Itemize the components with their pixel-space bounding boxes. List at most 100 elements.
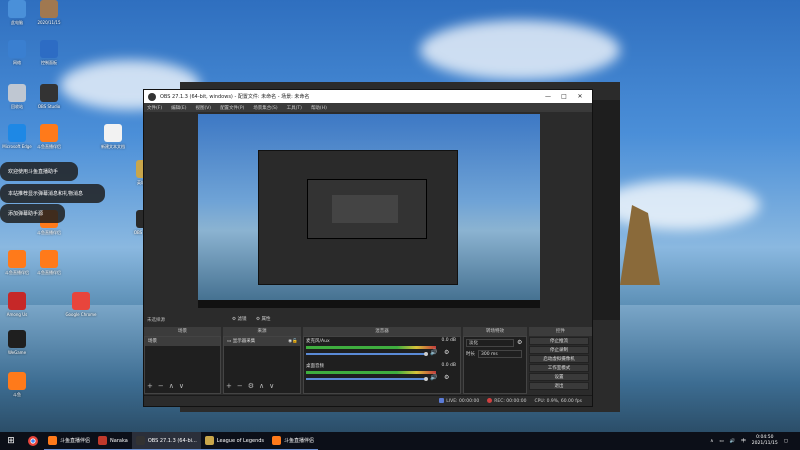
settings-button[interactable]: 设置 bbox=[529, 373, 589, 381]
desktop-icon[interactable]: Microsoft Edge bbox=[0, 124, 34, 149]
task-app-icon bbox=[135, 436, 145, 445]
rec-status: REC: 00:00:00 bbox=[487, 398, 527, 404]
start-button[interactable]: ⊞ bbox=[0, 432, 22, 450]
desktop-settings-icon[interactable]: ⚙ bbox=[444, 374, 449, 381]
desktop-volume-slider[interactable] bbox=[306, 378, 426, 380]
move-scene-up-button[interactable]: ∧ bbox=[169, 382, 174, 392]
transitions-dock: 淡化 ⚙ 时长 300 ms bbox=[463, 336, 527, 394]
controls-dock-header: 控件 bbox=[529, 327, 592, 336]
menu-help[interactable]: 帮助(H) bbox=[311, 105, 327, 111]
lock-icon[interactable]: 🔓 bbox=[292, 337, 298, 346]
desktop-volume-knob[interactable] bbox=[424, 377, 428, 381]
menu-tools[interactable]: 工具(T) bbox=[287, 105, 302, 111]
filters-button[interactable]: ⚙ 滤镜 bbox=[232, 316, 246, 322]
taskbar-task[interactable]: Naraka bbox=[94, 432, 132, 450]
network-icon[interactable]: ▭ bbox=[719, 439, 723, 444]
menu-view[interactable]: 视图(V) bbox=[195, 105, 211, 111]
start-virtual-camera-button[interactable]: 启动虚拟摄像机 bbox=[529, 355, 589, 363]
desktop-icon-label: 斗鱼直播伴侣 bbox=[37, 270, 61, 275]
task-app-icon bbox=[98, 436, 108, 445]
remove-source-button[interactable]: − bbox=[237, 382, 243, 392]
scene-item[interactable]: 场景 bbox=[145, 337, 220, 346]
taskbar-task[interactable]: 斗鱼直播伴侣 bbox=[44, 432, 95, 450]
menu-profile[interactable]: 配置文件(P) bbox=[220, 105, 244, 111]
properties-label: 属性 bbox=[261, 317, 271, 322]
close-button[interactable]: ✕ bbox=[572, 93, 588, 100]
transition-settings-icon[interactable]: ⚙ bbox=[517, 339, 522, 346]
desktop-icon[interactable]: 新建文本文档 bbox=[96, 124, 130, 150]
input-language[interactable]: 中 bbox=[741, 438, 746, 444]
maximize-button[interactable]: □ bbox=[556, 93, 572, 100]
live-time: LIVE: 00:00:00 bbox=[446, 399, 480, 404]
remove-scene-button[interactable]: − bbox=[158, 382, 164, 392]
mic-volume-knob[interactable] bbox=[424, 352, 428, 356]
desktop-icon[interactable]: 斗鱼 bbox=[0, 372, 34, 398]
taskbar-task[interactable]: OBS 27.1.3 (64-bi... bbox=[131, 432, 201, 450]
studio-mode-button[interactable]: 工作室模式 bbox=[529, 364, 589, 372]
volume-icon[interactable]: 🔊 bbox=[730, 439, 736, 444]
desktop-icon-label: 斗鱼直播伴侣 bbox=[37, 144, 61, 149]
preview-canvas[interactable] bbox=[198, 114, 540, 308]
desktop-icon[interactable]: 斗鱼直播伴侣 bbox=[32, 250, 66, 276]
desktop-icon-label: 新建文本文档 bbox=[101, 144, 125, 149]
add-scene-button[interactable]: + bbox=[147, 382, 153, 392]
desktop-icon[interactable]: WeGame bbox=[0, 330, 34, 355]
taskbar-task[interactable]: League of Legends bbox=[200, 432, 269, 450]
live-status: LIVE: 00:00:00 bbox=[439, 398, 479, 404]
mic-track-name: 麦克风/Aux bbox=[306, 339, 330, 344]
minimize-button[interactable]: — bbox=[540, 93, 556, 100]
source-item[interactable]: ▭ 显示器采集 ◉ 🔓 bbox=[224, 337, 300, 346]
desktop-icon[interactable]: Among Us bbox=[0, 292, 34, 317]
mic-speaker-icon[interactable]: 🔊 bbox=[430, 349, 437, 356]
move-source-down-button[interactable]: ∨ bbox=[269, 382, 274, 392]
desktop-icon[interactable]: 2020/11/15 bbox=[32, 0, 66, 25]
desktop-icon[interactable]: 控制面板 bbox=[32, 40, 66, 66]
stop-recording-button[interactable]: 停止录制 bbox=[529, 346, 589, 354]
desktop-icon-label: Microsoft Edge bbox=[2, 144, 32, 149]
source-settings-icon[interactable]: ⚙ bbox=[248, 382, 254, 392]
scenes-dock-header: 场景 bbox=[144, 327, 221, 336]
desktop-icon-label: 斗鱼 bbox=[13, 392, 21, 397]
desktop-icon[interactable]: Google Chrome bbox=[64, 292, 98, 317]
menu-edit[interactable]: 编辑(E) bbox=[171, 105, 186, 111]
desktop-icon[interactable]: OBS Studio bbox=[32, 84, 66, 109]
desktop-icon[interactable]: 回收站 bbox=[0, 84, 34, 110]
exit-button[interactable]: 退出 bbox=[529, 382, 589, 390]
task-app-icon bbox=[272, 436, 282, 445]
transition-type-select[interactable]: 淡化 bbox=[466, 339, 514, 347]
add-source-button[interactable]: + bbox=[226, 382, 232, 392]
rec-indicator-icon bbox=[487, 398, 493, 403]
sources-dock-header: 来源 bbox=[223, 327, 301, 336]
task-label: 斗鱼直播伴侣 bbox=[60, 438, 91, 444]
menu-bar: 文件(F) 编辑(E) 视图(V) 配置文件(P) 场景集合(S) 工具(T) … bbox=[144, 103, 592, 112]
app-icon bbox=[8, 330, 26, 348]
desktop-icon-label: 网络 bbox=[13, 60, 21, 65]
move-source-up-button[interactable]: ∧ bbox=[259, 382, 264, 392]
preview-nested-window bbox=[258, 150, 458, 285]
desktop-volume-meter bbox=[306, 371, 436, 374]
source-label: 显示器采集 bbox=[232, 339, 256, 344]
mic-settings-icon[interactable]: ⚙ bbox=[444, 349, 449, 356]
desktop-icon[interactable]: 斗鱼直播伴侣 bbox=[32, 124, 66, 150]
app-icon bbox=[8, 292, 26, 310]
stop-streaming-button[interactable]: 停止推流 bbox=[529, 337, 589, 345]
menu-file[interactable]: 文件(F) bbox=[147, 105, 162, 111]
desktop-icon[interactable]: 斗鱼直播伴侣 bbox=[0, 250, 34, 276]
desktop-icon-label: OBS Studio bbox=[37, 104, 61, 109]
notification-icon[interactable]: ▢ bbox=[784, 439, 788, 444]
move-scene-down-button[interactable]: ∨ bbox=[179, 382, 184, 392]
chrome-taskbar-icon[interactable] bbox=[22, 432, 44, 450]
menu-scene-collection[interactable]: 场景集合(S) bbox=[253, 105, 277, 111]
taskbar-task[interactable]: 斗鱼直播伴侣 bbox=[268, 432, 319, 450]
desktop-icon[interactable]: 网络 bbox=[0, 40, 34, 66]
taskbar-clock[interactable]: 0:04:50 2021/11/15 bbox=[752, 435, 778, 447]
desktop-icon[interactable]: 此电脑 bbox=[0, 0, 34, 26]
tray-chevron-icon[interactable]: ∧ bbox=[710, 439, 713, 444]
properties-button[interactable]: ⚙ 属性 bbox=[256, 316, 270, 322]
desktop-speaker-icon[interactable]: 🔊 bbox=[430, 374, 437, 381]
obs-logo-icon bbox=[148, 92, 156, 101]
mic-volume-slider[interactable] bbox=[306, 353, 426, 355]
transition-duration-input[interactable]: 300 ms bbox=[478, 350, 522, 358]
app-icon bbox=[40, 40, 58, 58]
obs-titlebar[interactable]: OBS 27.1.3 (64-bit, windows) - 配置文件: 未命名… bbox=[144, 90, 592, 103]
